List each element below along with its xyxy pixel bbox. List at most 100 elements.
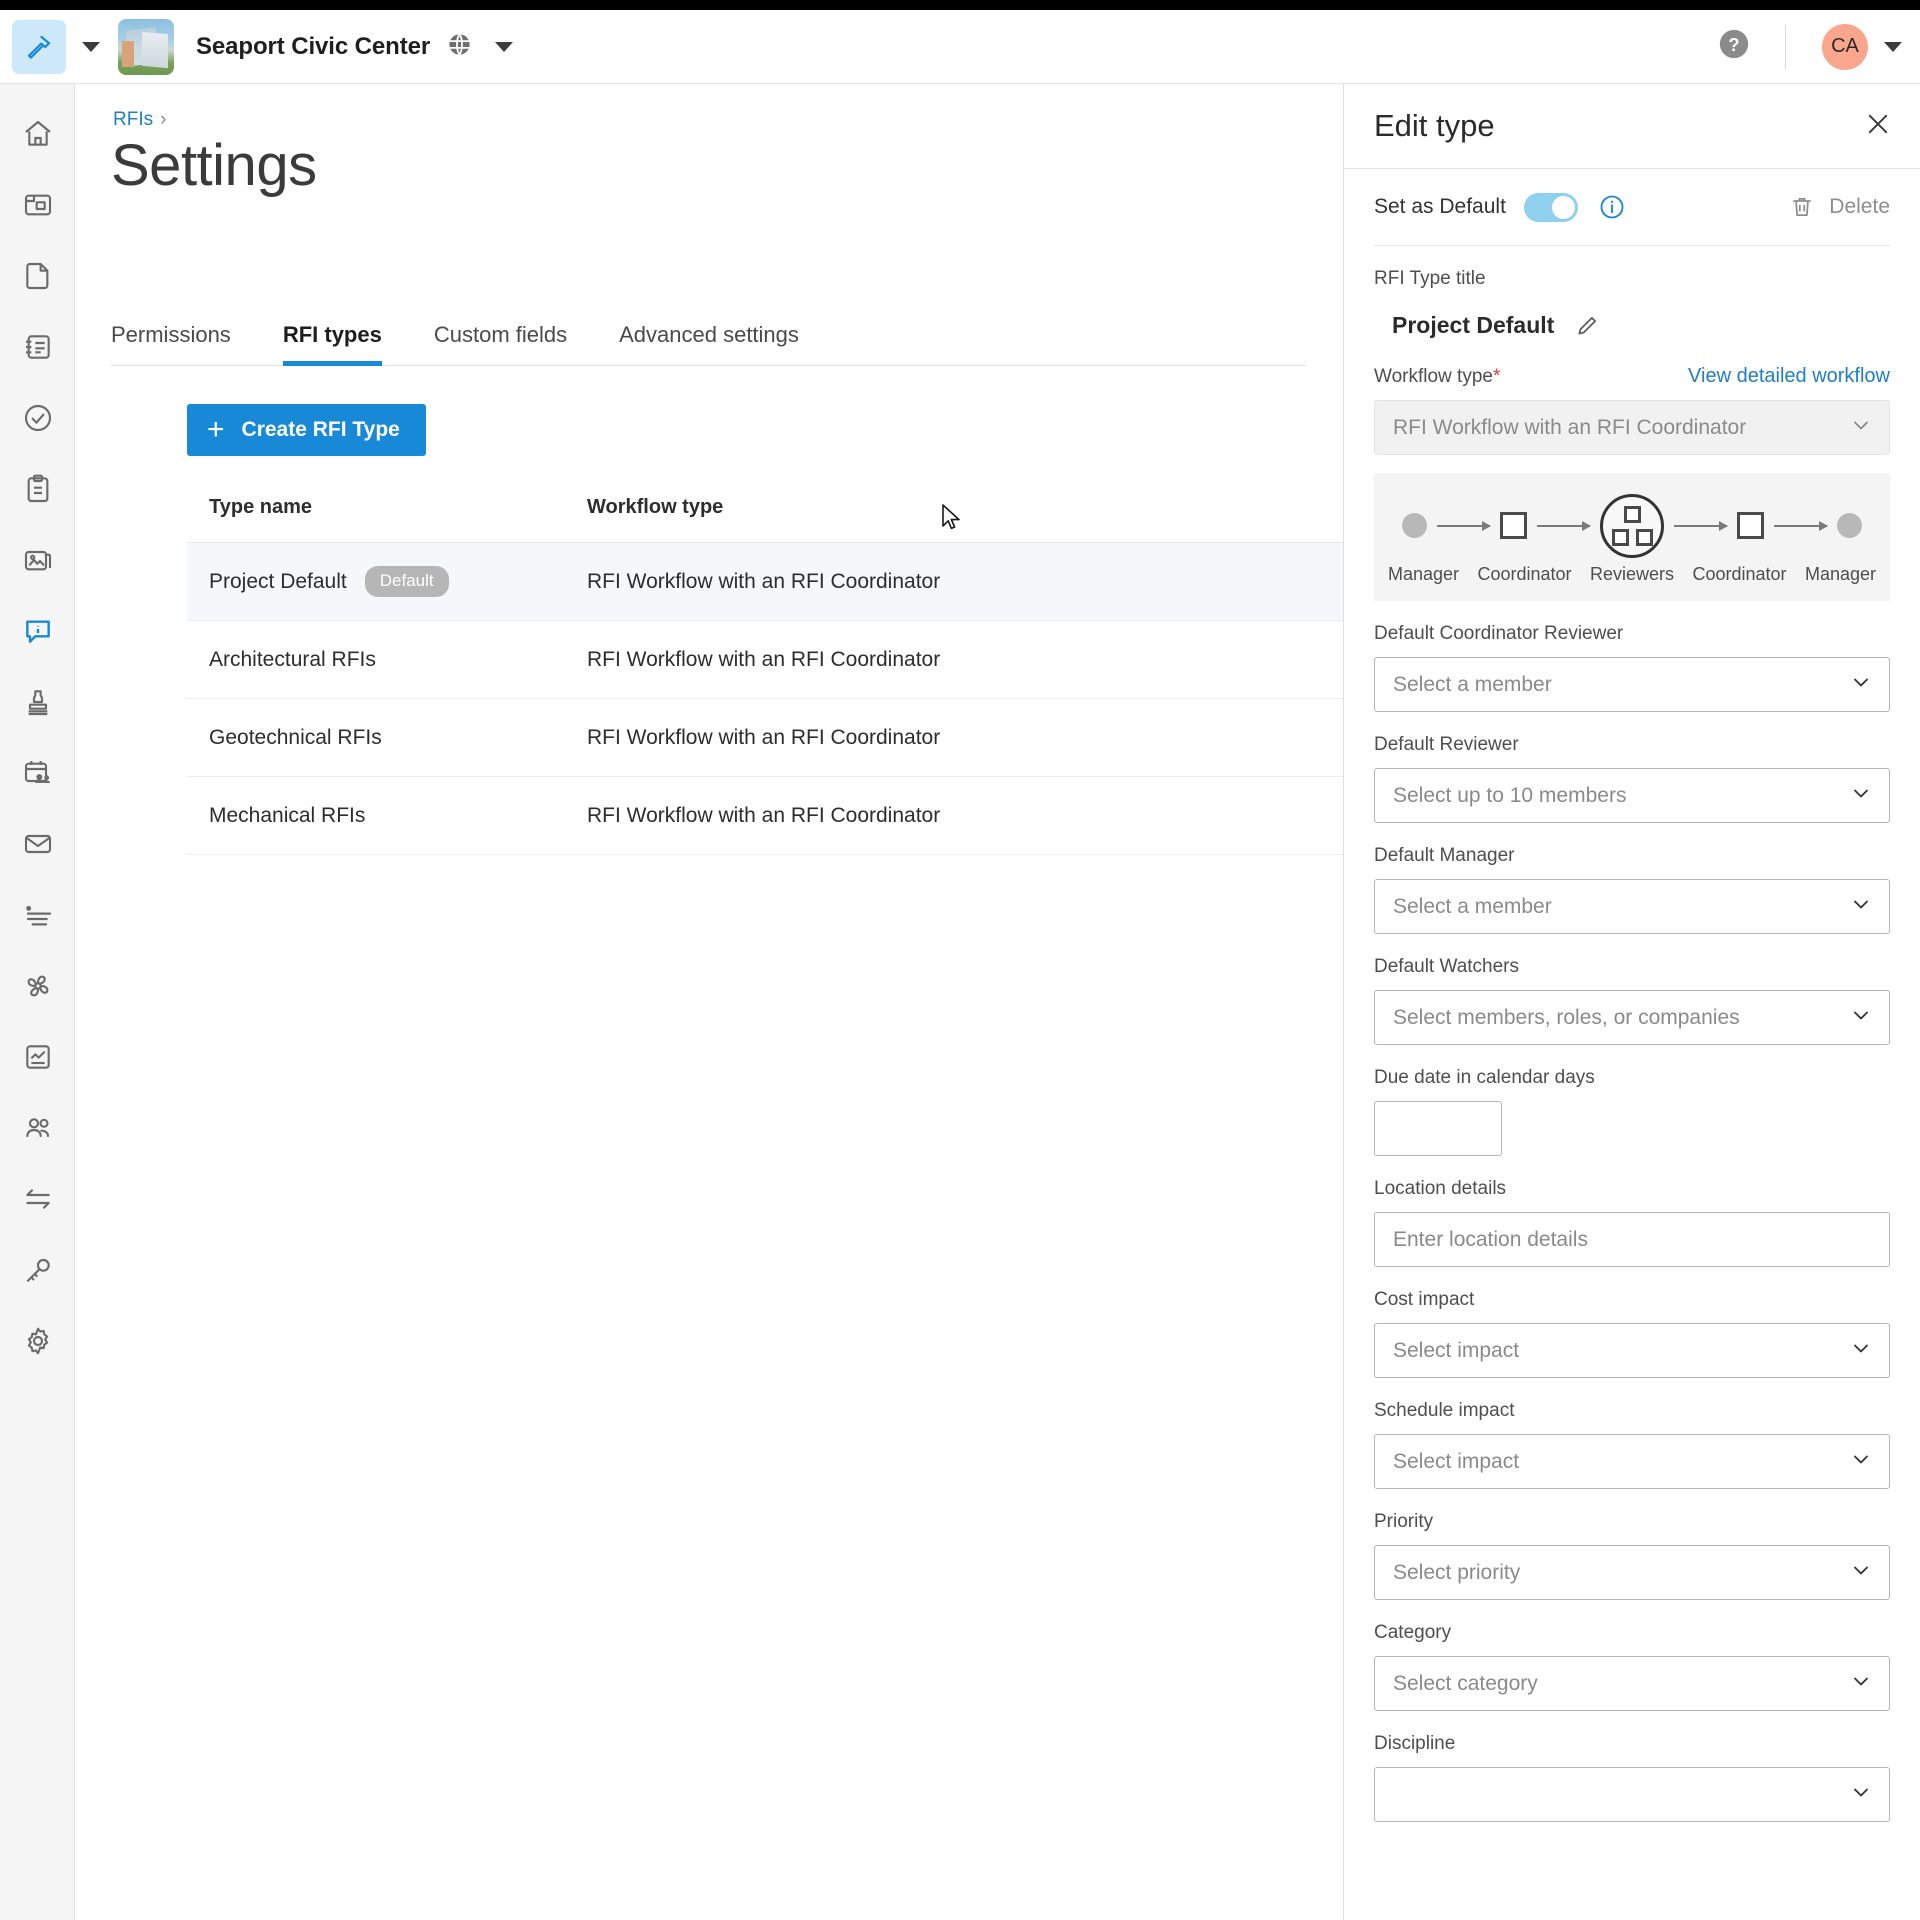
discipline-field: Discipline — [1374, 1733, 1890, 1822]
cell-workflow-type: RFI Workflow with an RFI Coordinator — [587, 803, 941, 827]
sidebar-item-directory[interactable] — [0, 1092, 75, 1163]
category-label: Category — [1374, 1622, 1452, 1643]
panel-body: Set as Default Delete RFI Type title Pro… — [1344, 169, 1920, 1822]
default-manager-select[interactable]: Select a member — [1374, 879, 1890, 934]
set-as-default-row: Set as Default Delete — [1374, 169, 1890, 246]
edit-type-panel: Edit type Set as Default Delete RFI Type… — [1343, 84, 1920, 1920]
info-icon[interactable] — [1598, 193, 1626, 221]
settings-tabs: Permissions RFI types Custom fields Adva… — [111, 322, 1306, 366]
project-thumbnail — [118, 18, 174, 75]
discipline-select[interactable] — [1374, 1767, 1890, 1822]
chevron-down-icon — [1849, 1780, 1873, 1810]
schedule-impact-select[interactable]: Select impact — [1374, 1434, 1890, 1489]
view-detailed-workflow-link[interactable]: View detailed workflow — [1688, 365, 1890, 388]
pencil-icon[interactable] — [1574, 313, 1600, 339]
location-details-field: Location details Enter location details — [1374, 1178, 1890, 1267]
rfi-types-table: Type name Workflow type Project Default … — [187, 496, 1343, 855]
tab-advanced-settings[interactable]: Advanced settings — [619, 322, 799, 365]
category-field: Category Select category — [1374, 1622, 1890, 1711]
sidebar-item-emails[interactable] — [0, 808, 75, 879]
tab-permissions[interactable]: Permissions — [111, 322, 231, 365]
chevron-down-icon — [1849, 1003, 1873, 1033]
rfi-type-title-value: Project Default — [1392, 312, 1555, 338]
default-watchers-field: Default Watchers Select members, roles, … — [1374, 956, 1890, 1045]
workflow-label-0: Manager — [1388, 563, 1460, 584]
placeholder-text: Select priority — [1393, 1560, 1521, 1584]
schedule-impact-label: Schedule impact — [1374, 1400, 1515, 1421]
cost-impact-select[interactable]: Select impact — [1374, 1323, 1890, 1378]
default-reviewer-select[interactable]: Select up to 10 members — [1374, 768, 1890, 823]
plus-icon: + — [207, 413, 225, 446]
chevron-down-icon — [1849, 670, 1873, 700]
panel-title: Edit type — [1374, 108, 1495, 143]
breadcrumb: RFIs › — [113, 109, 166, 131]
sidebar-item-settings[interactable] — [0, 1305, 75, 1376]
cell-type-name: Mechanical RFIs — [187, 804, 587, 828]
priority-field: Priority Select priority — [1374, 1511, 1890, 1600]
avatar[interactable]: CA — [1822, 23, 1868, 70]
sidebar-item-tasks[interactable] — [0, 879, 75, 950]
due-date-label: Due date in calendar days — [1374, 1067, 1595, 1088]
sidebar-item-punch-list[interactable] — [0, 382, 75, 453]
chevron-down-icon — [1849, 413, 1873, 443]
chevron-down-icon — [1849, 892, 1873, 922]
table-row[interactable]: Mechanical RFIs RFI Workflow with an RFI… — [187, 777, 1343, 855]
workflow-diagram: Manager Coordinator Reviewers Coordinato… — [1374, 473, 1890, 601]
sidebar-item-inspections[interactable] — [0, 453, 75, 524]
project-chevron-down-icon[interactable] — [495, 41, 514, 52]
workflow-label-2: Reviewers — [1589, 563, 1675, 584]
rfi-type-title-value-row: Project Default — [1374, 302, 1890, 343]
close-icon[interactable] — [1864, 110, 1892, 143]
breadcrumb-chevron-icon: › — [160, 109, 167, 130]
cost-impact-field: Cost impact Select impact — [1374, 1289, 1890, 1378]
hammer-icon[interactable] — [12, 19, 66, 74]
default-coordinator-reviewer-select[interactable]: Select a member — [1374, 657, 1890, 712]
sidebar-item-photos[interactable] — [0, 524, 75, 595]
sidebar-item-specifications[interactable] — [0, 311, 75, 382]
create-rfi-type-button[interactable]: + Create RFI Type — [187, 404, 426, 456]
sidebar-item-meetings[interactable] — [0, 737, 75, 808]
rfi-type-title-label: RFI Type title — [1374, 268, 1486, 289]
header-divider — [1785, 24, 1786, 69]
sidebar-item-drawings[interactable] — [0, 169, 75, 240]
app-switcher-chevron-down-icon[interactable] — [82, 41, 100, 52]
sidebar-item-submittals[interactable] — [0, 666, 75, 737]
sidebar-item-documents[interactable] — [0, 240, 75, 311]
breadcrumb-link-rfis[interactable]: RFIs — [113, 109, 153, 130]
priority-select[interactable]: Select priority — [1374, 1545, 1890, 1600]
workflow-type-value: RFI Workflow with an RFI Coordinator — [1393, 415, 1747, 439]
panel-header: Edit type — [1344, 84, 1920, 169]
chevron-down-icon — [1849, 1669, 1873, 1699]
cell-type-name: Geotechnical RFIs — [187, 726, 587, 750]
workflow-nodes — [1380, 490, 1884, 562]
set-as-default-toggle[interactable] — [1523, 192, 1578, 222]
tab-custom-fields[interactable]: Custom fields — [434, 322, 567, 365]
sidebar-item-fan[interactable] — [0, 950, 75, 1021]
location-details-input[interactable]: Enter location details — [1374, 1212, 1890, 1267]
due-date-input[interactable] — [1374, 1101, 1502, 1156]
workflow-node-reviewers-icon — [1600, 493, 1664, 558]
sidebar-item-permissions-key[interactable] — [0, 1234, 75, 1305]
sidebar-item-rfis[interactable] — [0, 595, 75, 666]
workflow-type-select[interactable]: RFI Workflow with an RFI Coordinator — [1374, 400, 1890, 455]
user-menu-chevron-down-icon[interactable] — [1884, 41, 1902, 52]
sidebar-item-reports[interactable] — [0, 1021, 75, 1092]
sidebar-item-change-events[interactable] — [0, 1163, 75, 1234]
tab-rfi-types[interactable]: RFI types — [282, 322, 382, 366]
workflow-labels: Manager Coordinator Reviewers Coordinato… — [1380, 564, 1884, 585]
default-watchers-select[interactable]: Select members, roles, or companies — [1374, 990, 1890, 1045]
discipline-label: Discipline — [1374, 1733, 1456, 1754]
window-top-strip — [0, 0, 1920, 10]
help-circle-icon[interactable]: ? — [1717, 27, 1751, 66]
mouse-cursor-icon — [941, 504, 963, 539]
placeholder-text: Select a member — [1393, 894, 1552, 918]
svg-text:?: ? — [1728, 34, 1739, 55]
category-select[interactable]: Select category — [1374, 1656, 1890, 1711]
delete-button[interactable]: Delete — [1789, 194, 1890, 220]
table-row[interactable]: Architectural RFIs RFI Workflow with an … — [187, 621, 1343, 699]
workflow-label-1: Coordinator — [1477, 563, 1572, 584]
main-content: RFIs › Settings Permissions RFI types Cus… — [75, 84, 1343, 1920]
table-row[interactable]: Project Default Default RFI Workflow wit… — [187, 543, 1343, 621]
table-row[interactable]: Geotechnical RFIs RFI Workflow with an R… — [187, 699, 1343, 777]
sidebar-item-home[interactable] — [0, 98, 75, 169]
